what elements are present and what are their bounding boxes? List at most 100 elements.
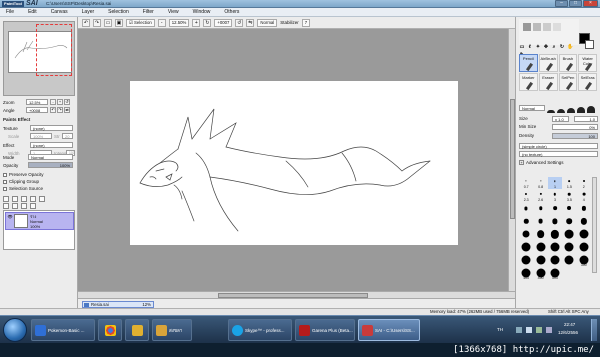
invert-selection-icon[interactable]: ▣ [115, 18, 123, 27]
menu-window[interactable]: Window [193, 9, 211, 15]
menu-view[interactable]: View [168, 9, 179, 15]
brush-size-preset[interactable] [533, 216, 547, 228]
brush-size-preset[interactable] [548, 229, 562, 241]
brush-size-preset[interactable] [548, 203, 562, 215]
visibility-eye-icon[interactable]: 👁 [7, 214, 13, 220]
tool-watercolor[interactable]: Water Color [578, 54, 597, 72]
brush-size-preset[interactable] [519, 255, 533, 267]
zoom-out-button[interactable]: - [50, 99, 56, 105]
canvas-vertical-scrollbar[interactable] [508, 29, 515, 291]
brush-size-preset[interactable]: 1.5 [562, 177, 576, 189]
brush-shape-select[interactable]: (simple circle) [519, 143, 598, 149]
brush-size-preset[interactable]: 2.6 [533, 190, 547, 202]
menu-file[interactable]: File [6, 9, 14, 15]
checkbox[interactable] [3, 172, 7, 177]
rotate-left-button[interactable]: ↶ [50, 107, 56, 113]
texture-select[interactable]: (none) [30, 125, 73, 131]
zoom-icon[interactable]: ⌕ [551, 44, 557, 50]
canvas-paper[interactable] [130, 81, 458, 245]
zoom-field[interactable]: 12.50% [168, 18, 190, 27]
taskbar-item-pokemon[interactable]: Pokemon-Basic ... [31, 319, 95, 341]
document-tab[interactable]: Resia.sai 12% [82, 301, 154, 308]
new-layer-icon[interactable] [3, 196, 9, 202]
brush-blend-mode-select[interactable]: Normal [519, 105, 545, 111]
brush-size-preset[interactable] [519, 216, 533, 228]
scale-field[interactable]: 100% [30, 133, 52, 139]
tray-network-icon[interactable] [516, 327, 522, 333]
selection-toggle[interactable]: ☑ Selection [126, 18, 155, 27]
tip-shape-low-icon[interactable] [557, 109, 565, 113]
merge-down-icon[interactable] [3, 203, 9, 209]
brush-size-preset[interactable]: 1 [547, 177, 563, 189]
brush-size-preset[interactable] [562, 216, 576, 228]
clock-date[interactable]: 12/6/2556 [558, 330, 578, 335]
taskbar-item-chrome[interactable] [98, 319, 122, 341]
tip-shape-sharp-icon[interactable] [587, 106, 595, 113]
tool-selpen[interactable]: SelPen [558, 73, 578, 91]
canvas-area[interactable] [78, 29, 515, 291]
new-folder-icon[interactable] [21, 196, 27, 202]
layer-row[interactable]: 👁 ร่าง Normal 100% [5, 212, 74, 230]
color-wheel-swatches[interactable] [519, 19, 579, 45]
menu-layer[interactable]: Layer [82, 9, 95, 15]
flip-canvas-icon[interactable]: ⇋ [246, 18, 255, 27]
brush-size-preset[interactable]: 350 [577, 255, 591, 267]
brush-size-preset[interactable]: 2 [577, 177, 591, 189]
layer-mode-select[interactable]: Normal [28, 154, 73, 160]
transfer-down-icon[interactable] [12, 203, 18, 209]
navigator-preview[interactable] [3, 21, 75, 96]
tool-pencil[interactable]: Pencil [519, 54, 538, 72]
move-icon[interactable]: ✥ [543, 44, 549, 50]
minimize-button[interactable]: – [555, 0, 568, 7]
rotate-right-button[interactable]: ↷ [57, 107, 63, 113]
magic-wand-icon[interactable]: ✦ [535, 44, 541, 50]
undo-icon[interactable]: ↶ [82, 18, 90, 27]
copy-layer-icon[interactable] [30, 196, 36, 202]
hand-icon[interactable]: ✋ [567, 44, 573, 50]
language-indicator[interactable]: TH [497, 327, 503, 332]
brush-size-preset[interactable] [533, 229, 547, 241]
tip-shape-high-icon[interactable] [577, 107, 585, 113]
mask-icon[interactable] [21, 203, 27, 209]
start-button[interactable] [3, 318, 27, 342]
brush-size-preset[interactable]: 4 [577, 190, 591, 202]
tray-volume-icon[interactable] [526, 327, 532, 333]
brush-size-preset[interactable] [519, 203, 533, 215]
taskbar-item-sai[interactable]: SAI - C:\Users\SS... [358, 319, 420, 341]
preserve-opacity-check[interactable]: Preserve Opacity [3, 172, 44, 177]
brush-size-preset[interactable]: 2.3 [519, 190, 533, 202]
brush-size-preset[interactable] [562, 255, 576, 267]
selection-source-check[interactable]: Selection Source [3, 186, 43, 191]
zoom-out-icon[interactable]: - [157, 18, 166, 27]
brush-size-preset[interactable] [533, 242, 547, 254]
rotation-field[interactable]: +0007 [214, 18, 233, 27]
brush-size-preset[interactable] [548, 216, 562, 228]
clock-time[interactable]: 22:47 [564, 322, 575, 327]
brush-size-preset[interactable] [562, 229, 576, 241]
rotate-icon[interactable]: ↻ [203, 18, 212, 27]
size-value-field[interactable]: 1.0 [574, 116, 598, 122]
brush-size-scrollbar[interactable] [592, 177, 597, 273]
stabilizer-select[interactable]: 7 [301, 18, 311, 27]
secondary-color-swatch[interactable] [585, 40, 594, 49]
min-size-slider[interactable]: 0% [552, 124, 598, 130]
brush-size-preset[interactable] [533, 255, 547, 267]
checkbox[interactable] [3, 186, 7, 191]
maximize-button[interactable]: □ [569, 0, 582, 7]
brush-size-preset[interactable]: 0.8 [533, 177, 547, 189]
brush-size-preset[interactable]: 0.7 [519, 177, 533, 189]
menu-canvas[interactable]: Canvas [51, 9, 68, 15]
tray-flag-icon[interactable] [546, 327, 552, 333]
zoom-in-button[interactable]: + [57, 99, 63, 105]
tool-seleraser[interactable]: SelEras [578, 73, 597, 91]
brush-size-preset[interactable] [562, 242, 576, 254]
taskbar-item-explorer[interactable] [125, 319, 149, 341]
zoom-reset-button[interactable]: ↺ [64, 99, 70, 105]
brush-size-preset[interactable] [577, 229, 591, 241]
angle-field[interactable]: +0008 [26, 107, 48, 113]
brush-size-preset[interactable]: 3 [548, 190, 562, 202]
clipping-group-check[interactable]: Clipping Group [3, 179, 39, 184]
brush-size-preset[interactable]: 400 [519, 268, 533, 280]
brush-texture-select[interactable]: (no texture) [519, 151, 598, 157]
menu-filter[interactable]: Filter [143, 9, 154, 15]
